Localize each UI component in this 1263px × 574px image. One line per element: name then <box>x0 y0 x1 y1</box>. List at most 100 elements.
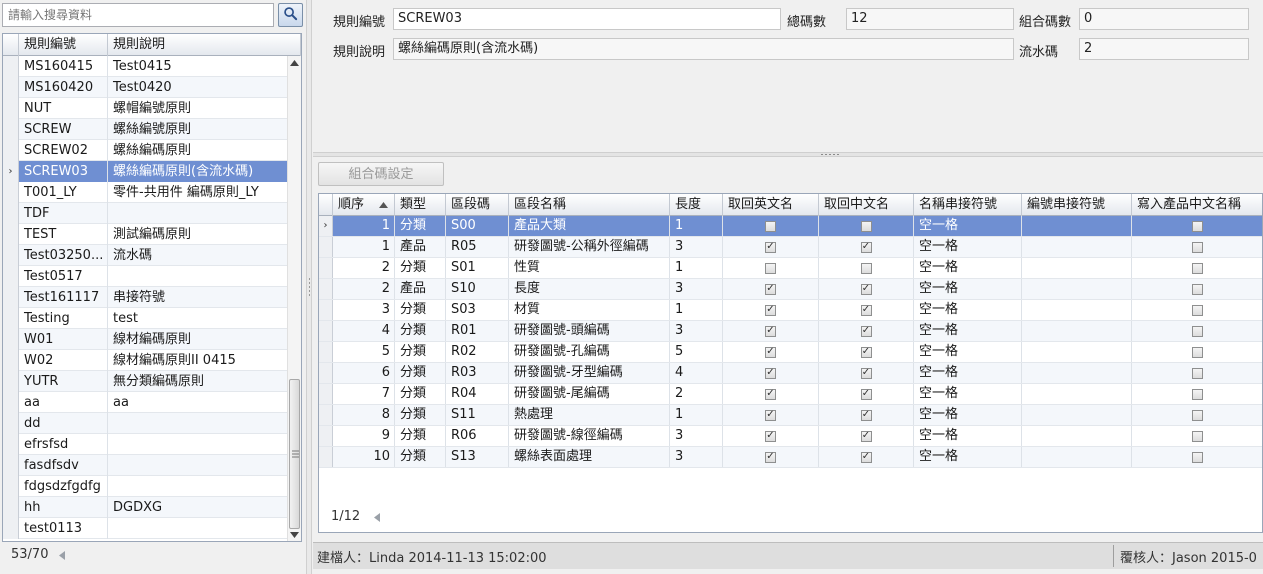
length-cell[interactable]: 4 <box>670 363 723 383</box>
get-en-name-checkbox[interactable]: ✓ <box>765 367 776 379</box>
write-product-zh-name-checkbox[interactable] <box>1192 451 1203 463</box>
length-cell[interactable]: 2 <box>670 384 723 404</box>
length-cell[interactable]: 1 <box>670 405 723 425</box>
get-zh-name-checkbox[interactable]: ✓ <box>860 283 872 295</box>
get-en-name-checkbox[interactable]: ✓ <box>765 283 776 295</box>
number-separator-cell[interactable] <box>1022 447 1132 467</box>
rule-no-cell[interactable]: aa <box>19 392 108 413</box>
scroll-left-icon[interactable] <box>59 551 65 560</box>
rule-desc-cell[interactable]: 零件-共用件 編碼原則_LY <box>108 182 287 203</box>
row-indicator[interactable] <box>319 384 333 404</box>
rule-desc-cell[interactable]: 螺絲編號原則 <box>108 119 287 140</box>
name-separator-cell[interactable]: 空一格 <box>914 426 1022 446</box>
seq-cell[interactable]: 2 <box>333 279 395 299</box>
get-en-name-checkbox-cell[interactable]: ✓ <box>723 300 819 320</box>
get-zh-name-checkbox-cell[interactable]: ✓ <box>819 279 914 299</box>
row-indicator[interactable] <box>3 350 19 371</box>
get-zh-name-checkbox[interactable]: ✓ <box>860 430 872 442</box>
segment-code-cell[interactable]: R02 <box>446 342 509 362</box>
type-cell[interactable]: 產品 <box>395 237 446 257</box>
rule-desc-field[interactable]: 螺絲編碼原則(含流水碼) <box>393 38 1014 60</box>
write-product-zh-name-checkbox[interactable] <box>1192 367 1203 379</box>
length-cell[interactable]: 1 <box>670 216 723 236</box>
rule-desc-cell[interactable]: DGDXG <box>108 497 287 518</box>
get-en-name-checkbox-cell[interactable]: ✓ <box>723 405 819 425</box>
rule-no-cell[interactable]: fasdfsdv <box>19 455 108 476</box>
rule-desc-cell[interactable]: Test0420 <box>108 77 287 98</box>
write-product-zh-name-checkbox[interactable] <box>1192 262 1203 274</box>
rule-desc-cell[interactable] <box>108 266 287 287</box>
rule-list-row[interactable]: Test0517 <box>3 266 287 287</box>
seq-cell[interactable]: 3 <box>333 300 395 320</box>
segment-code-cell[interactable]: R04 <box>446 384 509 404</box>
rule-list-row[interactable]: fdgsdzfgdfg <box>3 476 287 497</box>
get-zh-name-checkbox[interactable]: ✓ <box>860 388 872 400</box>
length-cell[interactable]: 1 <box>670 300 723 320</box>
write-product-zh-name-checkbox-cell[interactable] <box>1132 258 1262 278</box>
rule-no-cell[interactable]: SCREW <box>19 119 108 140</box>
segment-row[interactable]: 8 分類 S11 熱處理 1 ✓ ✓ 空一格 <box>319 405 1262 426</box>
rule-no-cell[interactable]: NUT <box>19 98 108 119</box>
get-en-name-checkbox-cell[interactable] <box>723 216 819 236</box>
write-product-zh-name-checkbox[interactable] <box>1192 283 1203 295</box>
rule-no-cell[interactable]: MS160420 <box>19 77 108 98</box>
scroll-down-icon[interactable] <box>290 532 299 538</box>
column-header-get-en-name[interactable]: 取回英文名 <box>723 194 819 216</box>
rule-list-row[interactable]: MS160420 Test0420 <box>3 77 287 98</box>
segment-row[interactable]: › 1 分類 S00 產品大類 1 空一格 <box>319 216 1262 237</box>
get-en-name-checkbox[interactable] <box>765 262 776 274</box>
rule-no-cell[interactable]: fdgsdzfgdfg <box>19 476 108 497</box>
segment-row[interactable]: 2 分類 S01 性質 1 空一格 <box>319 258 1262 279</box>
segment-name-cell[interactable]: 產品大類 <box>509 216 670 236</box>
length-cell[interactable]: 3 <box>670 237 723 257</box>
scroll-up-icon[interactable] <box>290 60 299 66</box>
write-product-zh-name-checkbox-cell[interactable] <box>1132 426 1262 446</box>
row-indicator[interactable] <box>319 258 333 278</box>
row-indicator[interactable] <box>3 371 19 392</box>
number-separator-cell[interactable] <box>1022 426 1132 446</box>
write-product-zh-name-checkbox-cell[interactable] <box>1132 384 1262 404</box>
rule-no-cell[interactable]: dd <box>19 413 108 434</box>
rule-no-cell[interactable]: MS160415 <box>19 56 108 77</box>
write-product-zh-name-checkbox-cell[interactable] <box>1132 237 1262 257</box>
segment-name-cell[interactable]: 研發圖號-尾編碼 <box>509 384 670 404</box>
get-zh-name-checkbox-cell[interactable]: ✓ <box>819 447 914 467</box>
type-cell[interactable]: 分類 <box>395 300 446 320</box>
rule-list-row[interactable]: › SCREW03 螺絲編碼原則(含流水碼) <box>3 161 287 182</box>
rule-list-row[interactable]: Test03250... 流水碼 <box>3 245 287 266</box>
rule-list-row[interactable]: YUTR 無分類編碼原則 <box>3 371 287 392</box>
write-product-zh-name-checkbox[interactable] <box>1192 325 1203 337</box>
write-product-zh-name-checkbox[interactable] <box>1192 409 1203 421</box>
name-separator-cell[interactable]: 空一格 <box>914 342 1022 362</box>
rule-list-row[interactable]: dd <box>3 413 287 434</box>
get-zh-name-checkbox-cell[interactable]: ✓ <box>819 237 914 257</box>
rule-list-row[interactable]: SCREW02 螺絲編碼原則 <box>3 140 287 161</box>
number-separator-cell[interactable] <box>1022 279 1132 299</box>
column-header-seq[interactable]: 順序 <box>333 194 395 216</box>
seq-cell[interactable]: 6 <box>333 363 395 383</box>
write-product-zh-name-checkbox-cell[interactable] <box>1132 300 1262 320</box>
get-en-name-checkbox[interactable]: ✓ <box>765 430 776 442</box>
get-en-name-checkbox-cell[interactable]: ✓ <box>723 237 819 257</box>
rule-desc-cell[interactable]: test <box>108 308 287 329</box>
number-separator-cell[interactable] <box>1022 216 1132 236</box>
length-cell[interactable]: 3 <box>670 321 723 341</box>
name-separator-cell[interactable]: 空一格 <box>914 237 1022 257</box>
segment-row[interactable]: 2 產品 S10 長度 3 ✓ ✓ 空一格 <box>319 279 1262 300</box>
length-cell[interactable]: 3 <box>670 447 723 467</box>
rule-list-row[interactable]: test0113 <box>3 518 287 539</box>
get-en-name-checkbox-cell[interactable] <box>723 258 819 278</box>
write-product-zh-name-checkbox[interactable] <box>1192 241 1203 253</box>
get-zh-name-checkbox[interactable]: ✓ <box>860 451 872 463</box>
column-header-length[interactable]: 長度 <box>670 194 723 216</box>
get-zh-name-checkbox-cell[interactable]: ✓ <box>819 300 914 320</box>
write-product-zh-name-checkbox-cell[interactable] <box>1132 279 1262 299</box>
segment-code-cell[interactable]: R03 <box>446 363 509 383</box>
segment-name-cell[interactable]: 熱處理 <box>509 405 670 425</box>
row-indicator[interactable] <box>319 405 333 425</box>
segment-row[interactable]: 5 分類 R02 研發圖號-孔編碼 5 ✓ ✓ 空一格 <box>319 342 1262 363</box>
row-indicator[interactable] <box>3 476 19 497</box>
segment-row[interactable]: 4 分類 R01 研發圖號-頭編碼 3 ✓ ✓ 空一格 <box>319 321 1262 342</box>
rule-desc-cell[interactable]: 螺絲編碼原則 <box>108 140 287 161</box>
get-zh-name-checkbox[interactable]: ✓ <box>860 325 872 337</box>
